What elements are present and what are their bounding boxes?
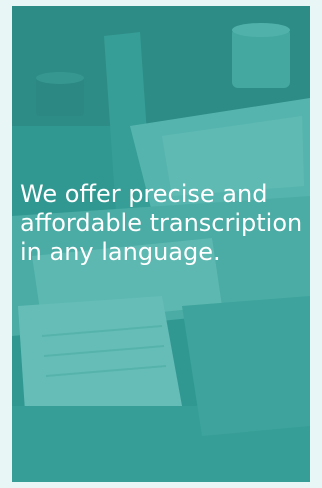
page-frame: We offer precise and affordable transcri… [0,0,322,488]
hero-banner: We offer precise and affordable transcri… [12,6,310,482]
hero-headline: We offer precise and affordable transcri… [20,180,303,266]
